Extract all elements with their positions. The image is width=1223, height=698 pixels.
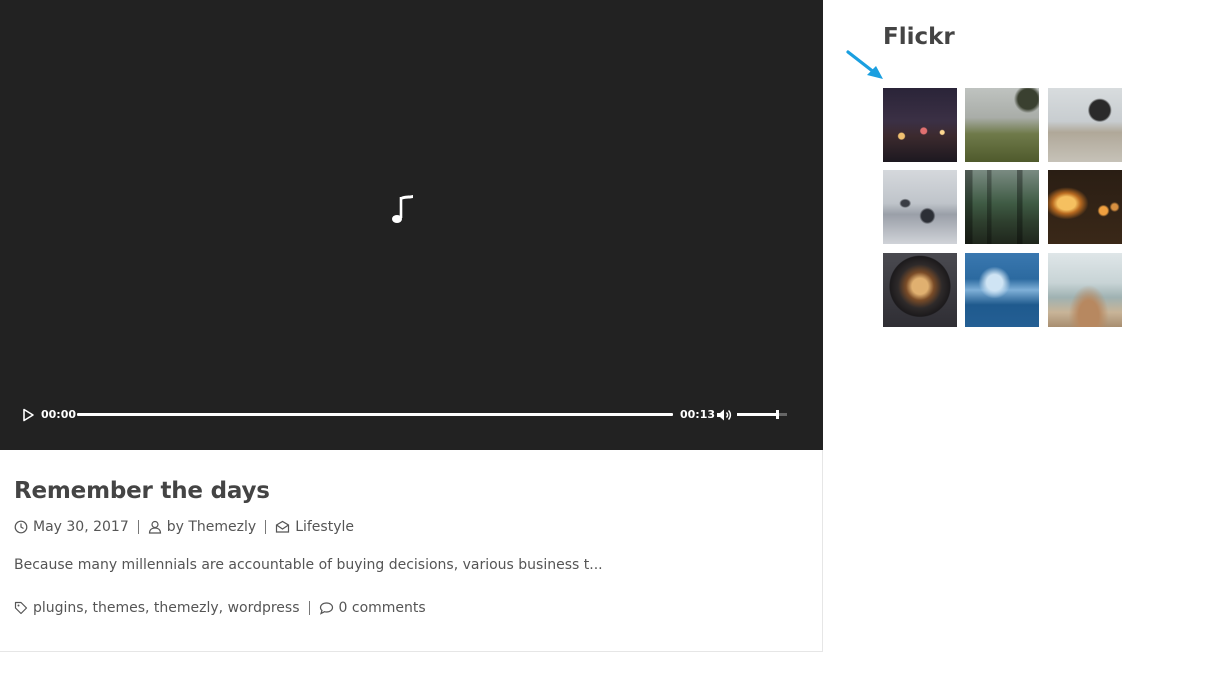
volume-level bbox=[737, 413, 777, 416]
post-author[interactable]: by Themezly bbox=[167, 519, 256, 535]
volume-slider[interactable] bbox=[737, 410, 787, 419]
user-icon bbox=[148, 520, 161, 534]
post-comments-link[interactable]: 0 comments bbox=[339, 600, 426, 616]
flickr-thumbnail[interactable] bbox=[965, 88, 1039, 162]
duration-time: 00:13 bbox=[680, 408, 716, 421]
flickr-thumbnail[interactable] bbox=[883, 170, 957, 244]
volume-icon[interactable] bbox=[716, 408, 732, 422]
envelope-icon bbox=[276, 520, 290, 533]
meta-divider bbox=[137, 520, 139, 534]
post-tags[interactable]: plugins, themes, themezly, wordpress bbox=[33, 600, 300, 616]
flickr-thumbnail[interactable] bbox=[965, 170, 1039, 244]
flickr-gallery bbox=[883, 88, 1123, 328]
comment-icon bbox=[319, 602, 333, 615]
flickr-thumbnail[interactable] bbox=[965, 253, 1039, 327]
audio-player: 00:00 00:13 bbox=[0, 0, 823, 450]
meta-divider bbox=[265, 520, 267, 534]
flickr-thumbnail[interactable] bbox=[1048, 88, 1122, 162]
flickr-thumbnail[interactable] bbox=[1048, 170, 1122, 244]
volume-handle[interactable] bbox=[776, 410, 779, 419]
player-controls: 00:00 00:13 bbox=[0, 403, 823, 427]
flickr-thumbnail[interactable] bbox=[883, 88, 957, 162]
progress-bar[interactable] bbox=[77, 413, 673, 416]
clock-icon bbox=[14, 520, 28, 534]
flickr-thumbnail[interactable] bbox=[1048, 253, 1122, 327]
post-category[interactable]: Lifestyle bbox=[295, 519, 354, 535]
annotation-arrow-icon bbox=[846, 50, 883, 79]
tag-icon bbox=[14, 601, 28, 615]
post-footer: plugins, themes, themezly, wordpress 0 c… bbox=[14, 598, 426, 618]
flickr-widget-title: Flickr bbox=[883, 24, 955, 50]
flickr-thumbnail[interactable] bbox=[883, 253, 957, 327]
music-note-icon bbox=[392, 195, 413, 223]
post-excerpt: Because many millennials are accountable… bbox=[14, 557, 603, 573]
blog-post-card: 00:00 00:13 Remember the days May 30, 20… bbox=[0, 0, 823, 652]
post-date[interactable]: May 30, 2017 bbox=[33, 519, 129, 535]
post-meta: May 30, 2017 by Themezly Lifestyle bbox=[14, 517, 354, 537]
current-time: 00:00 bbox=[41, 408, 77, 421]
post-title[interactable]: Remember the days bbox=[14, 478, 270, 504]
footer-divider bbox=[308, 601, 310, 615]
play-icon[interactable] bbox=[21, 408, 35, 422]
